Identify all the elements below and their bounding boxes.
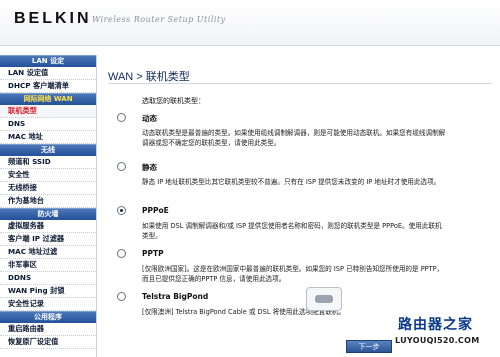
sidebar-item[interactable]: LAN 设定值: [0, 67, 96, 80]
radio-telstra[interactable]: [117, 292, 126, 301]
sidebar-section-header: LAN 设定: [0, 55, 96, 67]
sidebar-item[interactable]: 作为基地台: [0, 195, 96, 208]
sidebar-item[interactable]: DNS: [0, 118, 96, 131]
radio-static[interactable]: [117, 162, 126, 171]
option-description: [仅限欧洲国家]。这是在欧洲国家中最普遍的联机类型。如果您的 ISP 已特别告知…: [142, 265, 444, 283]
main-panel: WAN > 联机类型 选取您的联机类型： 动态 动态联机类型是最普遍的类型。如果…: [100, 55, 500, 357]
option-description: 动态联机类型是最普遍的类型。如果使用缆线调制解调器，则是可能使用动态联机。如果您…: [142, 129, 446, 147]
header: BELKIN Wireless Router Setup Utility: [0, 0, 500, 46]
instruction-text: 选取您的联机类型：: [142, 97, 205, 105]
title-divider: [108, 83, 492, 84]
sidebar-item[interactable]: MAC 地址: [0, 131, 96, 144]
page-title: WAN > 联机类型: [108, 71, 190, 83]
sidebar-item[interactable]: 非军事区: [0, 259, 96, 272]
option-description: 如果使用 DSL 调制解调器和/或 ISP 提供您使用者名称和密码，则您的联机类…: [142, 222, 442, 240]
sidebar-item[interactable]: 联机类型: [0, 105, 96, 118]
watermark-url: LUYOUQI520.COM: [395, 336, 480, 345]
sidebar-item[interactable]: 重启路由器: [0, 323, 96, 336]
sidebar-item[interactable]: 客户端 IP 过滤器: [0, 233, 96, 246]
watermark-text: 路由器之家: [398, 317, 473, 333]
sidebar-section-header: 防火墙: [0, 208, 96, 220]
header-tagline: Wireless Router Setup Utility: [92, 15, 226, 24]
next-button[interactable]: 下一步: [346, 340, 392, 353]
sidebar-item[interactable]: WAN Ping 封锁: [0, 285, 96, 298]
watermark-router-icon: [306, 287, 342, 311]
option-description: 静态 IP 地址联机类型比其它联机类型较不普遍。只有在 ISP 提供您未改变的 …: [142, 178, 441, 186]
option-name: PPPoE: [142, 206, 169, 215]
option-name: Telstra BigPond: [142, 292, 209, 301]
sidebar-item[interactable]: MAC 地址过滤: [0, 246, 96, 259]
sidebar-section-header: 公用程序: [0, 311, 96, 323]
sidebar-item[interactable]: 虚拟服务器: [0, 220, 96, 233]
sidebar-item[interactable]: 频道和 SSID: [0, 156, 96, 169]
sidebar-section-header: 网际网络 WAN: [0, 93, 96, 105]
radio-dynamic[interactable]: [117, 113, 126, 122]
sidebar-section-header: 无线: [0, 144, 96, 156]
sidebar-item[interactable]: 无线桥接: [0, 182, 96, 195]
option-name: 动态: [142, 114, 157, 123]
option-name: PPTP: [142, 249, 164, 258]
radio-pptp[interactable]: [117, 249, 126, 258]
sidebar-item[interactable]: DHCP 客户端清单: [0, 80, 96, 93]
sidebar-item[interactable]: 恢复原厂设定值: [0, 336, 96, 349]
sidebar: LAN 设定 LAN 设定值 DHCP 客户端清单 网际网络 WAN 联机类型 DNS MA…: [0, 55, 97, 357]
brand-logo: BELKIN: [14, 10, 92, 27]
option-name: 静态: [142, 163, 157, 172]
sidebar-item[interactable]: DDNS: [0, 272, 96, 285]
sidebar-item[interactable]: 安全性: [0, 169, 96, 182]
radio-pppoe[interactable]: [117, 206, 126, 215]
sidebar-item[interactable]: 安全性记录: [0, 298, 96, 311]
